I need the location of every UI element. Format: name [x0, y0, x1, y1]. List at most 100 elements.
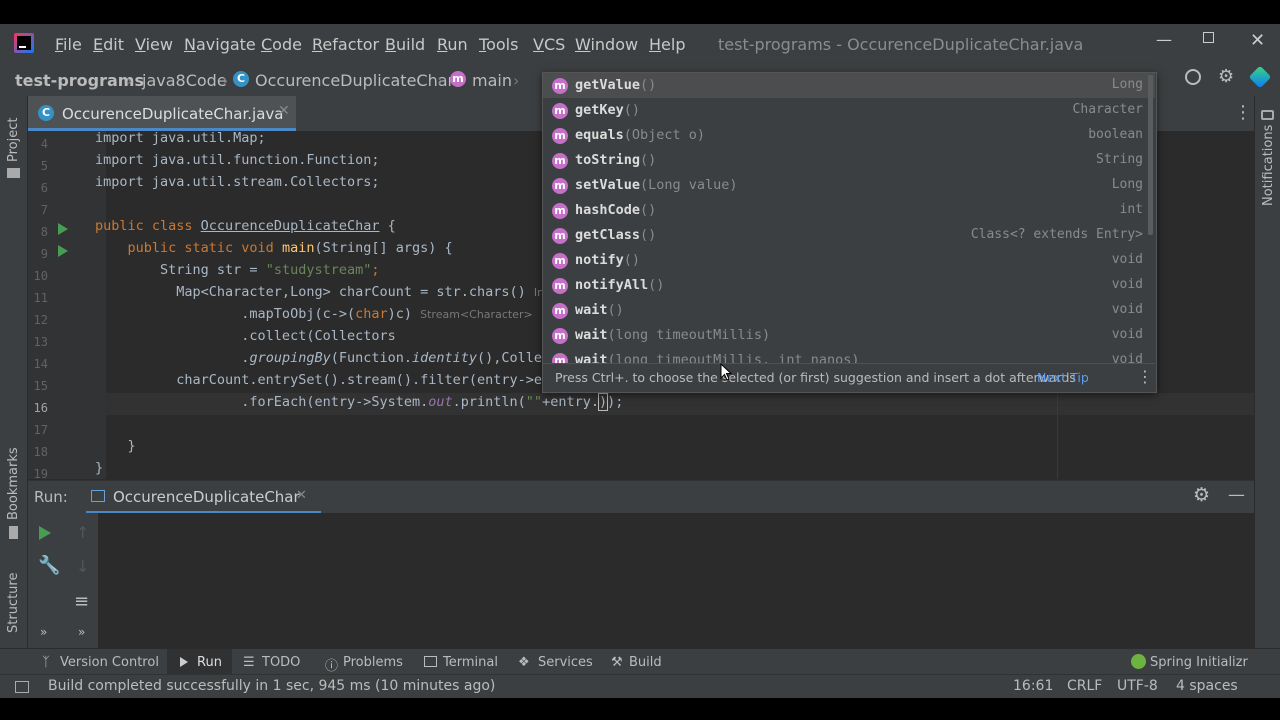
menu-edit[interactable]: Edit: [93, 35, 124, 54]
completion-item[interactable]: m notifyAll() void: [543, 273, 1155, 298]
class-icon: C: [233, 71, 249, 87]
tool-structure[interactable]: Structure: [6, 573, 21, 633]
completion-item[interactable]: m toString() String: [543, 148, 1155, 173]
menu-tools[interactable]: Tools: [479, 35, 518, 54]
line-number: 5: [40, 159, 48, 173]
completion-item[interactable]: m getValue() Long: [543, 73, 1155, 98]
menu-file[interactable]: File: [55, 35, 82, 54]
next-tip-link[interactable]: Next Tip: [1037, 370, 1089, 385]
tool-bookmarks[interactable]: Bookmarks: [6, 447, 21, 520]
tool-todo[interactable]: TODO: [262, 655, 300, 670]
method-icon: m: [552, 278, 568, 294]
menu-build[interactable]: Build: [385, 35, 425, 54]
expand-icon[interactable]: »: [40, 625, 47, 639]
code-line-8: public class OccurenceDuplicateChar {: [95, 218, 396, 234]
up-arrow-icon[interactable]: ↑: [76, 523, 89, 542]
status-message[interactable]: Build completed successfully in 1 sec, 9…: [48, 678, 495, 694]
breadcrumb-separator: ›: [513, 71, 520, 90]
expand-icon[interactable]: »: [78, 625, 85, 639]
folder-icon: [7, 168, 20, 178]
tool-problems[interactable]: Problems: [343, 655, 403, 670]
run-tab-close-icon[interactable]: ✕: [296, 488, 307, 503]
tool-notifications[interactable]: Notifications: [1261, 125, 1276, 206]
tool-windows-icon[interactable]: [15, 681, 29, 693]
run-console[interactable]: [28, 513, 1254, 656]
method-icon: m: [552, 103, 568, 119]
app-logo-icon[interactable]: [14, 33, 34, 53]
run-class-icon[interactable]: [58, 223, 68, 235]
indent-setting[interactable]: 4 spaces: [1176, 678, 1238, 694]
menu-bar: File Edit View Navigate Code Refactor Bu…: [0, 24, 1280, 62]
restore-icon[interactable]: [1203, 32, 1214, 43]
completion-item[interactable]: m getKey() Character: [543, 98, 1155, 123]
tool-run[interactable]: Run: [197, 655, 222, 670]
popup-scrollbar[interactable]: [1148, 75, 1153, 235]
file-encoding[interactable]: UTF-8: [1117, 678, 1158, 694]
tab-close-icon[interactable]: ✕: [278, 103, 290, 119]
code-line-16: .forEach(entry->System.out.println(""+en…: [95, 393, 624, 411]
hide-panel-icon[interactable]: —: [1228, 485, 1245, 505]
code-line-5: import java.util.function.Function;: [95, 152, 380, 168]
tool-build[interactable]: Build: [629, 655, 662, 670]
completion-popup: m getValue() Long m getKey() Character m…: [542, 72, 1157, 393]
line-number: 15: [33, 379, 48, 393]
gear-icon[interactable]: ⚙: [1218, 66, 1234, 87]
list-icon: ☰: [243, 655, 255, 670]
window-title: test-programs - OccurenceDuplicateChar.j…: [718, 35, 1084, 54]
completion-item[interactable]: m wait(long timeoutMillis, int nanos) vo…: [543, 348, 1155, 363]
gear-icon[interactable]: ⚙: [1193, 484, 1210, 506]
breadcrumb-package[interactable]: java8Code: [142, 71, 227, 90]
method-icon: m: [552, 203, 568, 219]
completion-tip: Press Ctrl+. to choose the selected (or …: [555, 370, 1076, 385]
completion-item[interactable]: m wait() void: [543, 298, 1155, 323]
down-arrow-icon[interactable]: ↓: [76, 557, 89, 576]
search-icon[interactable]: [1185, 69, 1201, 85]
menu-view[interactable]: View: [135, 35, 173, 54]
run-toolbar: ↑ 🔧 ↓ ≡ » »: [28, 513, 98, 656]
soft-wrap-icon[interactable]: ≡: [74, 591, 89, 612]
line-separator[interactable]: CRLF: [1067, 678, 1102, 694]
tool-version-control[interactable]: Version Control: [60, 655, 159, 670]
menu-help[interactable]: Help: [649, 35, 685, 54]
method-icon: m: [552, 328, 568, 344]
breadcrumb-method[interactable]: main: [472, 71, 512, 90]
completion-item[interactable]: m notify() void: [543, 248, 1155, 273]
completion-item[interactable]: m wait(long timeoutMillis) void: [543, 323, 1155, 348]
breadcrumb-class[interactable]: OccurenceDuplicateChar: [255, 71, 454, 90]
bell-icon[interactable]: [1261, 110, 1274, 120]
code-line-11: Map<Character,Long> charCount = str.char…: [95, 284, 564, 300]
more-options-icon[interactable]: ⋮: [1234, 102, 1252, 123]
completion-item[interactable]: m setValue(Long value) Long: [543, 173, 1155, 198]
close-icon[interactable]: ✕: [1250, 30, 1265, 51]
plugin-icon[interactable]: [1248, 65, 1272, 89]
tool-terminal[interactable]: Terminal: [443, 655, 498, 670]
tool-spring-initializr[interactable]: Spring Initializr: [1150, 655, 1248, 670]
menu-navigate[interactable]: Navigate: [184, 35, 256, 54]
line-number: 19: [33, 467, 48, 481]
menu-vcs[interactable]: VCS: [533, 35, 565, 54]
method-icon: m: [450, 71, 466, 87]
rerun-icon[interactable]: [39, 526, 51, 540]
menu-window[interactable]: Window: [575, 35, 638, 54]
tab-occurence-duplicate-char[interactable]: C OccurenceDuplicateChar.java ✕: [28, 96, 296, 131]
run-main-icon[interactable]: [58, 245, 68, 257]
completion-item[interactable]: m getClass() Class<? extends Entry>: [543, 223, 1155, 248]
menu-refactor[interactable]: Refactor: [312, 35, 379, 54]
right-tool-strip: Notifications: [1254, 96, 1280, 656]
completion-item[interactable]: m equals(Object o) boolean: [543, 123, 1155, 148]
more-options-icon[interactable]: ⋮: [1137, 367, 1153, 386]
tool-services[interactable]: Services: [538, 655, 593, 670]
menu-run[interactable]: Run: [437, 35, 468, 54]
wrench-icon[interactable]: 🔧: [38, 555, 60, 576]
line-number-current: 16: [33, 401, 48, 415]
completion-item[interactable]: m hashCode() int: [543, 198, 1155, 223]
minimize-icon[interactable]: —: [1156, 30, 1172, 49]
run-tab-label[interactable]: OccurenceDuplicateChar: [113, 488, 300, 506]
menu-code[interactable]: Code: [261, 35, 302, 54]
hammer-icon: ⚒: [611, 655, 623, 670]
breadcrumb-project[interactable]: test-programs: [15, 71, 144, 90]
caret-position[interactable]: 16:61: [1013, 678, 1053, 694]
tool-project[interactable]: Project: [6, 118, 21, 162]
tab-label: OccurenceDuplicateChar.java: [62, 105, 284, 123]
services-icon: ❖: [518, 655, 530, 670]
